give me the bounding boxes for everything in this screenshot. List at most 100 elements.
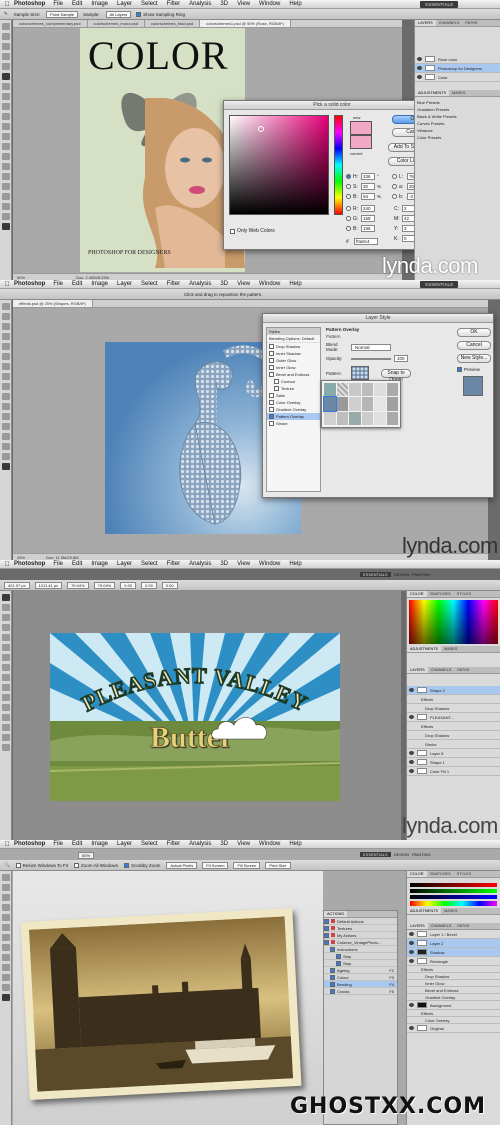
menu-edit[interactable]: Edit <box>72 561 82 567</box>
tab-swatches[interactable]: SWATCHES <box>427 591 454 597</box>
menu-layer[interactable]: Layer <box>117 281 132 287</box>
menu-select[interactable]: Select <box>141 1 158 7</box>
menu-file[interactable]: File <box>53 281 63 287</box>
type-tool-icon[interactable] <box>2 974 10 981</box>
quick-select-tool-icon[interactable] <box>2 624 10 631</box>
style-checkbox[interactable] <box>274 386 279 391</box>
preset-item[interactable]: Black & White Presets <box>417 113 498 120</box>
sample-select[interactable]: All Layers <box>105 10 132 18</box>
styles-header[interactable]: Styles <box>267 328 320 335</box>
layer-effect[interactable]: Stroke <box>407 740 500 749</box>
current-color-swatch[interactable] <box>350 135 372 149</box>
menu-filter[interactable]: Filter <box>167 281 180 287</box>
workspace-design[interactable]: DESIGN <box>394 852 409 857</box>
move-tool-icon[interactable] <box>2 303 10 310</box>
action-row[interactable]: Instructions <box>324 946 397 953</box>
hand-tool-icon[interactable] <box>2 443 10 450</box>
r-radio[interactable] <box>346 206 351 211</box>
style-gradient-overlay[interactable]: Gradient Overlay <box>267 406 320 413</box>
h-skew-field[interactable]: 0.00 <box>141 581 157 589</box>
pattern-swatch[interactable] <box>361 411 373 425</box>
menu-view[interactable]: View <box>237 561 250 567</box>
apple-icon[interactable]:  <box>0 841 14 848</box>
hue-field[interactable]: H: 336 ° <box>346 173 379 180</box>
menu-layer[interactable]: Layer <box>117 841 132 847</box>
doc-tab-active[interactable]: effects.psd @ 25% (Shapes, RGB/8*) <box>13 300 93 307</box>
type-tool-icon[interactable] <box>2 173 10 180</box>
menu-edit[interactable]: Edit <box>72 281 82 287</box>
preview-option[interactable]: Preview <box>457 367 480 372</box>
pen-tool-icon[interactable] <box>2 704 10 711</box>
green-slider[interactable] <box>410 889 497 893</box>
marquee-tool-icon[interactable] <box>2 604 10 611</box>
healing-tool-icon[interactable] <box>2 654 10 661</box>
zoom-tool-icon[interactable] <box>2 744 10 751</box>
style-contour[interactable]: Contour <box>267 378 320 385</box>
color-field-cursor[interactable] <box>258 126 264 132</box>
style-checkbox[interactable] <box>269 407 274 412</box>
brush-tool-icon[interactable] <box>2 93 10 100</box>
menu-layer[interactable]: Layer <box>117 561 132 567</box>
layer-row[interactable]: Color Fill 1 <box>407 767 500 776</box>
eye-icon[interactable] <box>417 57 422 61</box>
menu-help[interactable]: Help <box>289 1 301 7</box>
pattern-swatch[interactable] <box>323 396 337 412</box>
action-check[interactable] <box>330 974 335 980</box>
style-bevel-emboss[interactable]: Bevel and Emboss <box>267 371 320 378</box>
style-checkbox[interactable] <box>269 421 274 426</box>
sample-size-select[interactable]: Point Sample <box>46 10 79 18</box>
eye-icon[interactable] <box>409 688 414 692</box>
hand-tool-icon[interactable] <box>2 203 10 210</box>
brush-tool-icon[interactable] <box>2 373 10 380</box>
print-size-button[interactable]: Print Size <box>265 861 291 869</box>
menu-3d[interactable]: 3D <box>220 281 228 287</box>
tab-channels[interactable]: CHANNELS <box>428 923 455 929</box>
pattern-swatch[interactable] <box>349 397 361 411</box>
app-name[interactable]: Photoshop <box>14 281 45 287</box>
menu-3d[interactable]: 3D <box>220 1 228 7</box>
tab-swatches[interactable]: SWATCHES <box>427 871 454 877</box>
fit-screen-button[interactable]: Fit Screen <box>202 861 229 869</box>
action-row[interactable]: Colour F3 <box>324 974 397 981</box>
menu-3d[interactable]: 3D <box>220 561 228 567</box>
web-colors-checkbox[interactable] <box>230 228 235 234</box>
doc-tab-active[interactable]: colorschemes1.psd @ 50% (Rose, RGB/8*) <box>200 20 291 27</box>
layer-row[interactable]: PLEASANT... <box>407 713 500 722</box>
style-color-overlay[interactable]: Color Overlay <box>267 399 320 406</box>
blue-field[interactable]: B: 196 <box>346 225 375 232</box>
preview-checkbox[interactable] <box>457 367 462 372</box>
opacity-value[interactable]: 100 <box>394 355 408 362</box>
shape-tool-icon[interactable] <box>2 433 10 440</box>
tab-color[interactable]: COLOR <box>407 871 427 877</box>
layer-effects[interactable]: Effects <box>407 695 500 704</box>
style-checkbox[interactable] <box>274 379 279 384</box>
workspace-essentials[interactable]: ESSENTIALS <box>360 852 391 857</box>
brush-tool-icon[interactable] <box>2 664 10 671</box>
preset-item[interactable]: Blue Presets <box>417 99 498 106</box>
a-radio[interactable] <box>392 184 397 189</box>
preset-item[interactable]: Gradation Presets <box>417 106 498 113</box>
new-style-button[interactable]: New Style... <box>457 354 491 363</box>
layer-row[interactable]: Original <box>407 1024 500 1033</box>
menu-window[interactable]: Window <box>259 841 280 847</box>
tab-styles[interactable]: STYLES <box>454 591 475 597</box>
workspace-painting[interactable]: PAINTING <box>412 852 431 857</box>
tab-layers[interactable]: LAYERS <box>407 923 428 929</box>
action-row-selected[interactable]: Bending F4 <box>324 981 397 988</box>
workspace-button[interactable]: ESSENTIALS <box>420 281 458 288</box>
menu-select[interactable]: Select <box>141 561 158 567</box>
menu-help[interactable]: Help <box>289 281 301 287</box>
move-tool-icon[interactable] <box>2 874 10 881</box>
vintage-photo[interactable] <box>20 908 302 1100</box>
tab-channels[interactable]: CHANNELS <box>428 667 455 673</box>
layer-effect[interactable]: Bevel and Emboss <box>407 987 500 994</box>
menu-file[interactable]: File <box>53 841 63 847</box>
marquee-tool-icon[interactable] <box>2 884 10 891</box>
s-radio[interactable] <box>346 184 351 189</box>
history-brush-icon[interactable] <box>2 113 10 120</box>
action-check[interactable] <box>336 953 341 959</box>
menu-window[interactable]: Window <box>259 1 280 7</box>
color-field[interactable] <box>229 115 329 215</box>
lab-b-radio[interactable] <box>392 194 397 199</box>
show-ring-checkbox[interactable] <box>136 11 142 17</box>
